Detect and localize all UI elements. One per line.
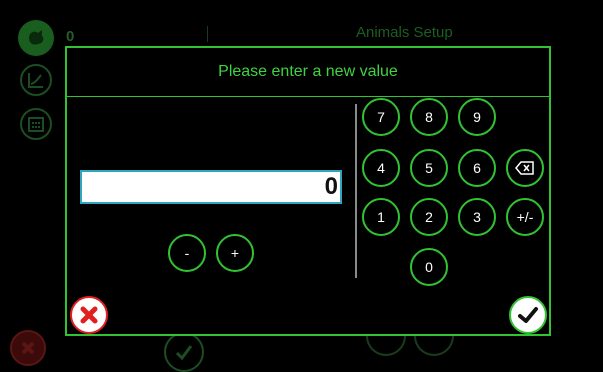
background-checkmark-icon [164,332,204,372]
value-input[interactable]: 0 [80,170,342,204]
checkmark-icon [518,307,538,323]
plus-minus-button[interactable]: +/- [506,198,544,236]
key-1[interactable]: 1 [362,198,400,236]
key-0[interactable]: 0 [410,248,448,286]
key-4[interactable]: 4 [362,149,400,187]
key-2[interactable]: 2 [410,198,448,236]
key-8[interactable]: 8 [410,98,448,136]
close-icon [80,306,98,324]
cancel-button[interactable] [70,296,108,334]
key-5[interactable]: 5 [410,149,448,187]
background-title: Animals Setup [356,24,453,41]
chart-icon [20,64,52,96]
backspace-icon [515,161,534,175]
value-entry-dialog: Please enter a new value 0 - + 7 8 9 4 5… [65,46,551,336]
background-value: 0 [66,28,75,45]
key-7[interactable]: 7 [362,98,400,136]
decrement-button[interactable]: - [168,234,206,272]
calendar-icon [20,108,52,140]
key-6[interactable]: 6 [458,149,496,187]
key-9[interactable]: 9 [458,98,496,136]
key-3[interactable]: 3 [458,198,496,236]
app-logo-icon [18,20,54,56]
confirm-button[interactable] [509,296,547,334]
increment-button[interactable]: + [216,234,254,272]
backspace-button[interactable] [506,149,544,187]
background-divider [207,26,208,42]
background-cancel-icon [10,330,46,366]
keypad-separator [355,104,357,278]
dialog-title: Please enter a new value [67,48,549,97]
